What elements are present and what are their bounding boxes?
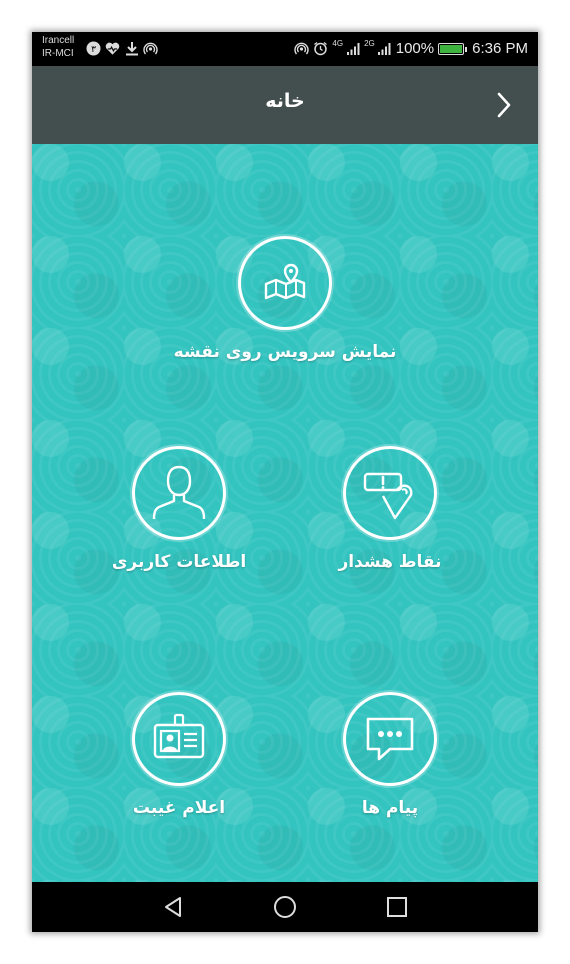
- health-heart-icon: [105, 41, 120, 56]
- menu-item-messages[interactable]: پیام ها: [290, 692, 490, 818]
- hotspot-icon: [143, 41, 158, 56]
- nav-home-button[interactable]: [272, 894, 298, 920]
- id-card-icon: [153, 713, 205, 759]
- carrier-line-2: IR-MCI: [42, 48, 74, 59]
- download-icon: [124, 41, 139, 56]
- notification-icons: ۳: [86, 41, 158, 56]
- signal-icon-2: [377, 41, 392, 56]
- alert-icon-circle: [343, 446, 437, 540]
- menu-item-user-info-label: اطلاعات کاربری: [111, 552, 247, 572]
- menu-item-user-info[interactable]: اطلاعات کاربری: [79, 446, 279, 572]
- phone-screen: Irancell IR-MCI ۳ 4G 2G 100% 6:36 PM خان…: [32, 32, 538, 932]
- menu-item-absence[interactable]: اعلام غیبت: [79, 692, 279, 818]
- recents-square-icon: [387, 897, 407, 917]
- clock-time: 6:36 PM: [472, 40, 528, 57]
- home-menu: نمایش سرویس روی نقشه اطلاعات کاربری نقاط…: [32, 144, 538, 882]
- user-icon-circle: [132, 446, 226, 540]
- carrier-name: Irancell IR-MCI: [42, 34, 74, 60]
- alert-sign-icon: [363, 472, 413, 520]
- system-nav-bar: [32, 882, 538, 932]
- battery-fill: [440, 44, 463, 53]
- chat-bubble-icon: [366, 717, 414, 761]
- map-icon-circle: [238, 236, 332, 330]
- nav-back-button[interactable]: [160, 894, 186, 920]
- absence-icon-circle: [132, 692, 226, 786]
- menu-item-map-label: نمایش سرویس روی نقشه: [173, 342, 397, 362]
- network-type-label-2: 2G: [364, 39, 375, 48]
- alarm-clock-icon: [313, 41, 328, 56]
- signal-icon: [345, 41, 360, 56]
- back-triangle-icon: [165, 897, 181, 917]
- back-button[interactable]: [492, 90, 516, 120]
- app-header: خانه: [32, 66, 538, 144]
- battery-icon: [438, 42, 468, 55]
- home-circle-icon: [274, 896, 296, 918]
- page-title: خانه: [265, 90, 305, 112]
- system-status: 4G 2G 100% 6:36 PM: [294, 40, 528, 57]
- notification-badge-text: ۳: [91, 45, 96, 55]
- user-profile-icon: [152, 465, 206, 520]
- status-bar: Irancell IR-MCI ۳ 4G 2G 100% 6:36 PM: [32, 32, 538, 66]
- nav-recents-button[interactable]: [384, 894, 410, 920]
- menu-item-messages-label: پیام ها: [361, 798, 419, 818]
- network-type-label: 4G: [332, 39, 344, 48]
- carrier-line-1: Irancell: [42, 35, 75, 46]
- menu-item-map[interactable]: نمایش سرویس روی نقشه: [135, 236, 435, 362]
- notification-badge-icon: ۳: [86, 41, 101, 56]
- hotspot-icon: [294, 41, 310, 56]
- menu-item-alert-points[interactable]: نقاط هشدار: [290, 446, 490, 572]
- menu-item-absence-label: اعلام غیبت: [132, 798, 226, 818]
- messages-icon-circle: [343, 692, 437, 786]
- menu-item-alert-points-label: نقاط هشدار: [338, 552, 442, 572]
- battery-percent: 100%: [395, 40, 435, 57]
- map-pin-icon: [264, 263, 306, 300]
- chevron-right-icon: [497, 92, 511, 118]
